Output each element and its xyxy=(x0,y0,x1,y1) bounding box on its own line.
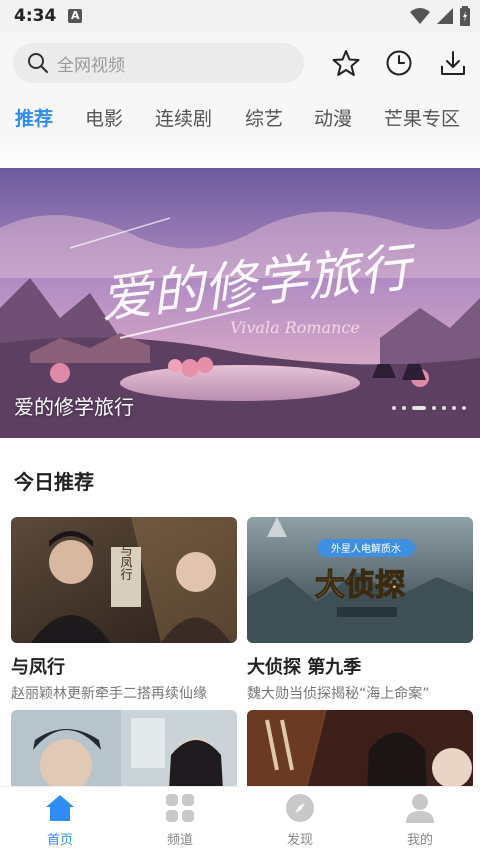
banner-dot[interactable] xyxy=(392,406,396,410)
video-poster: 与凤行 xyxy=(11,517,237,643)
nav-profile[interactable]: 我的 xyxy=(380,793,460,848)
banner-dot[interactable] xyxy=(452,406,456,410)
banner-dot[interactable] xyxy=(462,406,466,410)
tab-movies[interactable]: 电影 xyxy=(85,104,123,131)
poster-title-text: 与凤行 xyxy=(119,544,133,580)
battery-icon xyxy=(460,6,470,26)
nav-label: 发现 xyxy=(286,833,313,848)
tab-recommend[interactable]: 推荐 xyxy=(15,104,53,131)
banner-dot[interactable] xyxy=(442,406,446,410)
download-icon xyxy=(441,51,465,75)
status-indicators xyxy=(410,6,470,26)
history-button[interactable] xyxy=(384,48,414,78)
user-icon xyxy=(406,794,434,823)
category-tabs: 推荐 电影 连续剧 综艺 动漫 芒果专区 xyxy=(0,94,480,140)
nav-label: 我的 xyxy=(406,833,433,848)
nav-label: 首页 xyxy=(46,833,73,848)
notification-icon: A xyxy=(68,9,83,23)
video-title: 与凤行 xyxy=(11,657,65,678)
signal-icon xyxy=(437,8,453,24)
tab-series[interactable]: 连续剧 xyxy=(155,104,212,131)
tab-variety[interactable]: 综艺 xyxy=(245,104,283,131)
banner-art-subtitle: Vivala Romance xyxy=(230,318,360,337)
banner-pagination xyxy=(392,406,466,410)
top-header: 全网视频 xyxy=(0,32,480,94)
tab-mango-zone[interactable]: 芒果专区 xyxy=(384,104,460,131)
video-title: 大侦探 第九季 xyxy=(247,657,362,678)
star-icon xyxy=(332,50,360,76)
search-placeholder: 全网视频 xyxy=(57,55,125,76)
history-clock-icon xyxy=(386,50,412,76)
poster-badge-text: 外星人电解质水 xyxy=(331,542,401,555)
favorites-button[interactable] xyxy=(331,48,361,78)
search-icon xyxy=(28,53,49,74)
banner-dot[interactable] xyxy=(402,406,406,410)
tab-anime[interactable]: 动漫 xyxy=(314,104,352,131)
nav-discover[interactable]: 发现 xyxy=(260,793,340,848)
nav-label: 频道 xyxy=(166,833,193,848)
video-card[interactable]: 外星人电解质水 大侦探 大侦探 第九季 魏大勋当侦探揭秘“海上命案” xyxy=(247,517,473,703)
hero-banner[interactable]: 爱的修学旅行 Vivala Romance 爱的修学旅行 xyxy=(0,168,480,438)
grid-icon xyxy=(166,794,194,822)
home-icon xyxy=(46,795,74,821)
banner-caption: 爱的修学旅行 xyxy=(14,395,134,419)
video-poster: 外星人电解质水 大侦探 xyxy=(247,517,473,643)
bottom-nav: 首页 频道 发现 我的 xyxy=(0,786,480,853)
video-card[interactable]: 与凤行 与凤行 赵丽颖林更新牵手二搭再续仙缘 xyxy=(11,517,237,703)
status-bar: 4:34 A xyxy=(0,0,480,32)
download-button[interactable] xyxy=(438,48,468,78)
video-poster xyxy=(247,710,473,790)
nav-channels[interactable]: 频道 xyxy=(140,793,220,848)
video-description: 魏大勋当侦探揭秘“海上命案” xyxy=(247,686,430,702)
video-poster xyxy=(11,710,237,790)
wifi-icon xyxy=(410,8,430,24)
video-card[interactable] xyxy=(247,710,473,790)
banner-dot[interactable] xyxy=(432,406,436,410)
compass-icon xyxy=(286,794,314,822)
section-title: 今日推荐 xyxy=(14,470,94,494)
video-card[interactable] xyxy=(11,710,237,790)
nav-home[interactable]: 首页 xyxy=(20,793,100,848)
search-input[interactable]: 全网视频 xyxy=(13,43,304,83)
status-time: 4:34 xyxy=(14,6,57,26)
banner-dot-active[interactable] xyxy=(412,406,426,410)
poster-title-text: 大侦探 xyxy=(315,568,405,603)
video-description: 赵丽颖林更新牵手二搭再续仙缘 xyxy=(11,686,207,702)
tabs-divider xyxy=(0,140,480,168)
